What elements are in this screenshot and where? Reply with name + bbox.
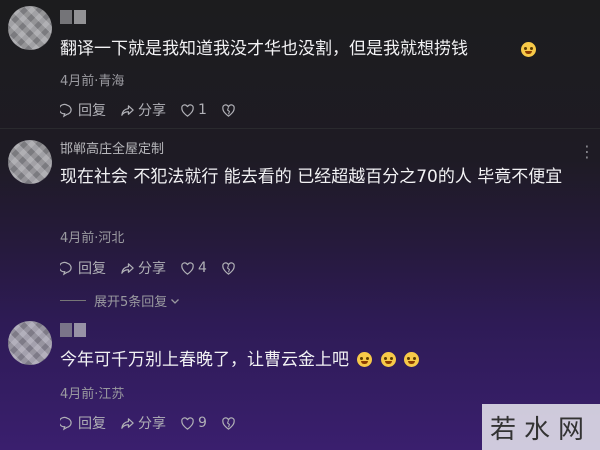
comment-text: 今年可千万别上春晚了，让曹云金上吧	[60, 347, 596, 373]
laughing-emoji-icon	[380, 352, 396, 367]
share-icon	[121, 417, 134, 429]
avatar[interactable]	[8, 6, 52, 50]
divider	[0, 128, 600, 129]
share-label: 分享	[138, 103, 166, 119]
reply-button[interactable]: 回复	[60, 100, 106, 120]
comment-meta: 4月前·青海	[60, 74, 125, 89]
like-icon	[181, 416, 194, 430]
reply-icon	[60, 416, 72, 430]
share-label: 分享	[138, 416, 166, 432]
share-label: 分享	[138, 261, 166, 277]
comment-item: 翻译一下就是我知道我没才华也没割，但是我就想捞钱 4月前·青海 回复 分享 1	[0, 0, 600, 130]
comment-meta: 4月前·河北	[60, 231, 125, 246]
like-count: 9	[198, 415, 207, 431]
expand-line	[60, 300, 86, 301]
dislike-button[interactable]	[221, 416, 236, 431]
reply-button[interactable]: 回复	[60, 413, 106, 433]
avatar[interactable]	[8, 140, 52, 184]
share-button[interactable]: 分享	[120, 258, 166, 278]
reply-label: 回复	[78, 416, 106, 432]
reply-button[interactable]: 回复	[60, 258, 106, 278]
reply-icon	[60, 261, 72, 275]
laughing-emoji-icon	[357, 352, 373, 367]
comment-actions: 回复 分享 9	[60, 413, 250, 433]
comment-meta: 4月前·江苏	[60, 387, 125, 402]
user-name-mosaic[interactable]	[60, 323, 86, 337]
expand-replies-label: 展开5条回复	[94, 295, 168, 310]
reply-label: 回复	[78, 103, 106, 119]
share-icon	[121, 104, 134, 116]
chevron-down-icon	[171, 298, 180, 304]
user-name[interactable]: 邯郸高庄全屋定制	[60, 138, 164, 157]
comment-text-body: 今年可千万别上春晚了，让曹云金上吧	[60, 350, 349, 370]
reply-label: 回复	[78, 261, 106, 277]
comment-actions: 回复 分享 1	[60, 100, 250, 120]
dislike-icon	[222, 261, 235, 275]
dislike-button[interactable]	[221, 103, 236, 118]
share-button[interactable]: 分享	[120, 413, 166, 433]
comment-text: 现在社会 不犯法就行 能去看的 已经超越百分之70的人 毕竟不便宜	[60, 167, 563, 187]
user-name-mosaic[interactable]	[60, 10, 86, 24]
like-button[interactable]: 9	[180, 415, 207, 431]
dislike-icon	[222, 416, 235, 430]
watermark-logo: 若水网	[482, 404, 600, 450]
comment-actions: 回复 分享 4	[60, 258, 250, 278]
comment-item: 邯郸高庄全屋定制 ⋮ 现在社会 不犯法就行 能去看的 已经超越百分之70的人 毕…	[0, 130, 600, 310]
expand-replies-button[interactable]: 展开5条回复	[60, 291, 181, 310]
laughing-emoji-icon	[521, 42, 536, 57]
comment-text: 翻译一下就是我知道我没才华也没割，但是我就想捞钱	[60, 39, 468, 59]
share-icon	[121, 262, 134, 274]
like-count: 1	[198, 102, 207, 118]
like-icon	[181, 261, 194, 275]
laughing-emoji-icon	[404, 352, 420, 367]
reply-icon	[60, 103, 72, 117]
like-button[interactable]: 1	[180, 102, 207, 118]
like-count: 4	[198, 260, 207, 276]
share-button[interactable]: 分享	[120, 100, 166, 120]
like-icon	[181, 103, 194, 117]
more-icon[interactable]: ⋮	[579, 142, 595, 161]
dislike-icon	[222, 103, 235, 117]
dislike-button[interactable]	[221, 261, 236, 276]
like-button[interactable]: 4	[180, 260, 207, 276]
avatar[interactable]	[8, 321, 52, 365]
